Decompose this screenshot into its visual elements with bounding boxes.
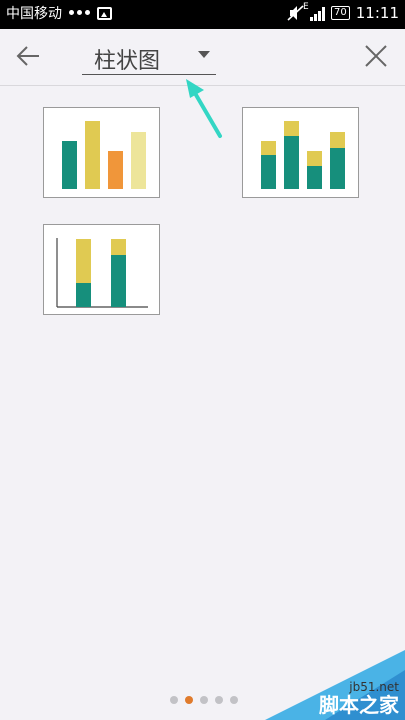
mute-icon	[287, 5, 304, 21]
chart-type-label: 柱状图	[94, 49, 161, 74]
chart-style-clustered[interactable]	[43, 107, 160, 198]
stacked-axes-bar-preview	[56, 238, 148, 308]
status-bar: 中国移动 E 70 11:11	[0, 0, 405, 29]
page-indicator	[170, 696, 238, 704]
signal-icon: E	[303, 2, 326, 21]
clustered-bar-preview	[62, 121, 146, 189]
annotation-arrow	[186, 79, 222, 138]
watermark-brand: 脚本之家	[319, 693, 399, 717]
watermark: jb51.net 脚本之家	[265, 650, 405, 720]
page-dot[interactable]	[200, 696, 208, 704]
clock: 11:11	[355, 4, 399, 22]
image-notification-icon	[97, 7, 112, 20]
page-dot[interactable]	[230, 696, 238, 704]
carrier-name: 中国移动	[6, 6, 62, 22]
page-dot-active[interactable]	[185, 696, 193, 704]
network-type: E	[303, 1, 309, 12]
caret-down-icon	[198, 51, 210, 58]
close-icon[interactable]	[361, 41, 391, 71]
arrow-left-icon[interactable]	[12, 40, 44, 72]
chart-style-stacked-axes[interactable]	[43, 224, 160, 315]
stacked-bar-preview	[261, 121, 345, 189]
battery-icon: 70	[331, 6, 350, 20]
chart-type-dropdown[interactable]: 柱状图	[82, 39, 216, 75]
page-dot[interactable]	[170, 696, 178, 704]
more-dots-icon	[69, 10, 90, 15]
page-dot[interactable]	[215, 696, 223, 704]
chart-style-stacked[interactable]	[242, 107, 359, 198]
